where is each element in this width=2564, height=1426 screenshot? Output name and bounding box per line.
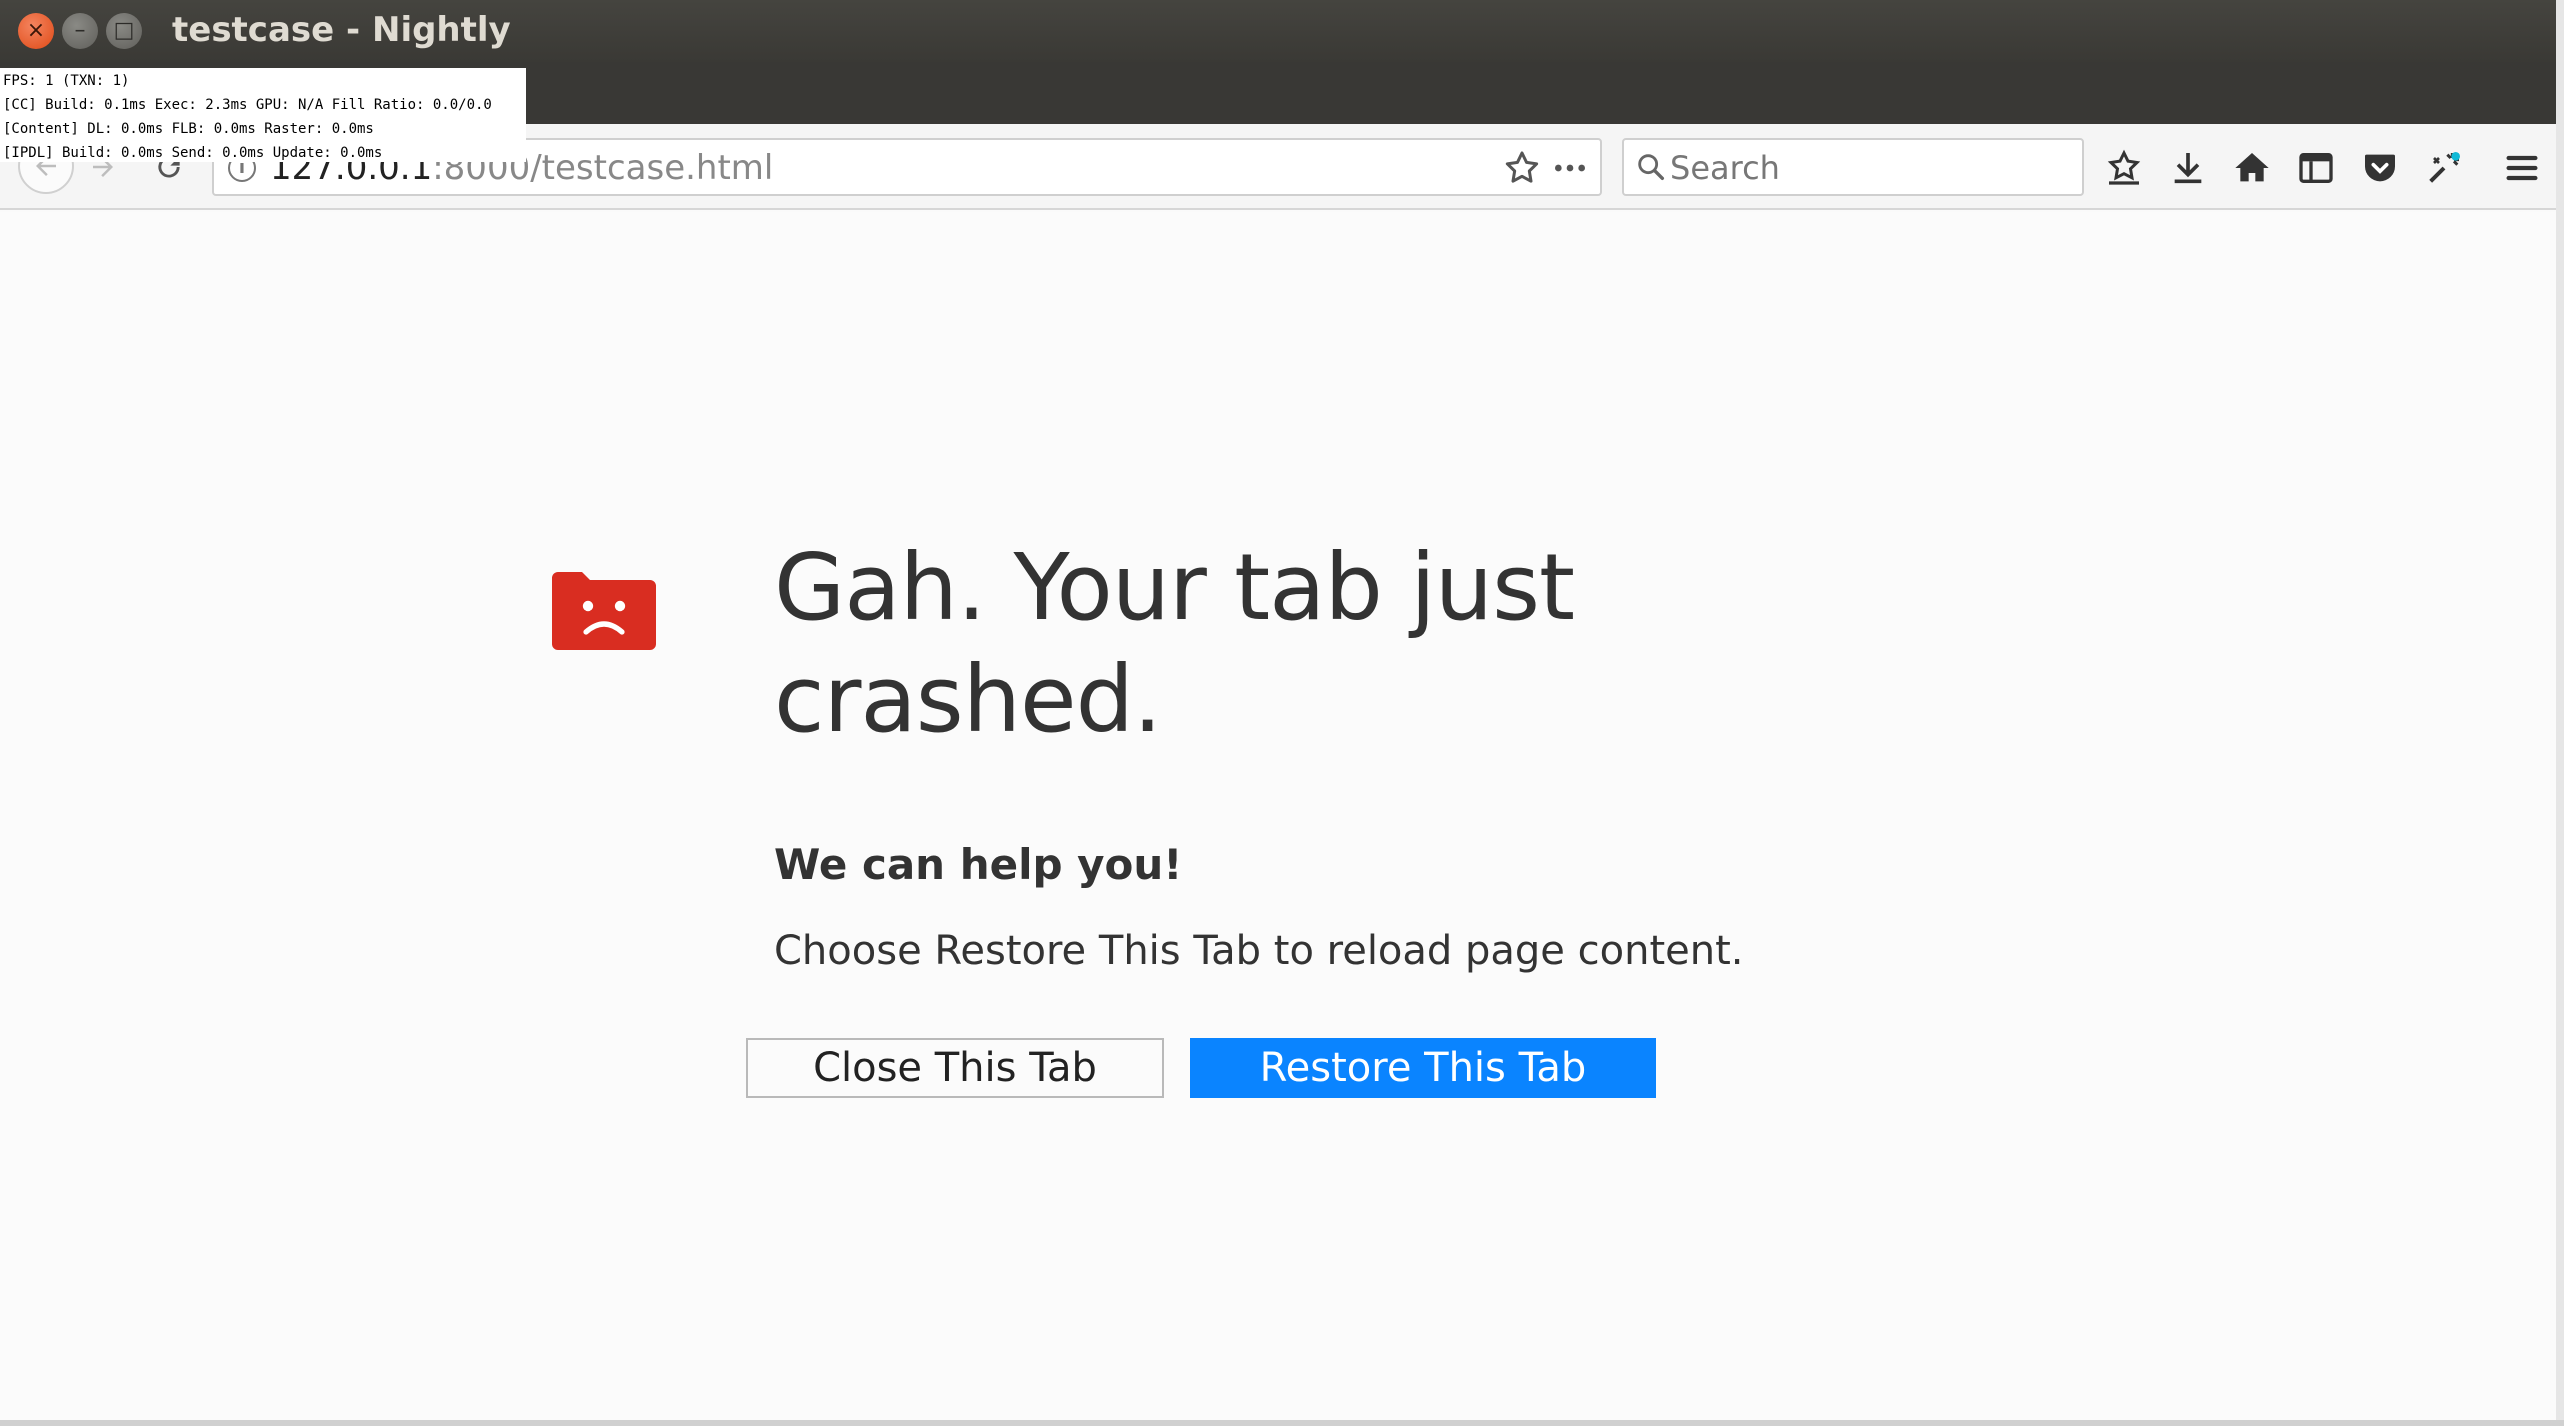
star-icon[interactable] [1502, 148, 1542, 188]
window-titlebar: × – □ testcase - Nightly [0, 0, 2564, 62]
window-minimize-button[interactable]: – [62, 13, 98, 49]
minimize-icon: – [74, 18, 86, 43]
debug-overlay: FPS: 1 (TXN: 1) [CC] Build: 0.1ms Exec: … [0, 68, 526, 162]
customize-icon [2429, 152, 2460, 183]
window-close-button[interactable]: × [18, 13, 54, 49]
home-icon [2235, 153, 2269, 182]
sidebar-button[interactable] [2292, 144, 2340, 192]
pocket-button[interactable] [2356, 144, 2404, 192]
maximize-icon: □ [113, 18, 135, 43]
search-input[interactable] [1670, 146, 2070, 190]
more-icon[interactable] [1550, 148, 1590, 188]
page-content: Gah. Your tab just crashed. We can help … [0, 212, 2556, 1426]
home-button[interactable] [2228, 144, 2276, 192]
close-icon: × [26, 18, 46, 43]
debug-line: [Content] DL: 0.0ms FLB: 0.0ms Raster: 0… [3, 121, 374, 137]
window-bottom-edge [0, 1420, 2564, 1426]
downloads-button[interactable] [2164, 144, 2212, 192]
library-button[interactable] [2100, 144, 2148, 192]
pocket-icon [2365, 154, 2395, 182]
sidebar-icon [2299, 153, 2333, 183]
window-title: testcase - Nightly [172, 10, 511, 50]
help-heading: We can help you! [774, 840, 1183, 889]
search-icon [1638, 154, 1665, 181]
restore-tab-button[interactable]: Restore This Tab [1190, 1038, 1656, 1098]
customize-button[interactable] [2420, 144, 2468, 192]
window-maximize-button[interactable]: □ [106, 13, 142, 49]
menu-icon [2506, 155, 2538, 181]
page-title: Gah. Your tab just crashed. [774, 534, 1575, 753]
debug-line: FPS: 1 (TXN: 1) [3, 73, 130, 89]
debug-line: [IPDL] Build: 0.0ms Send: 0.0ms Update: … [3, 145, 383, 161]
menu-button[interactable] [2498, 144, 2546, 192]
debug-line: [CC] Build: 0.1ms Exec: 2.3ms GPU: N/A F… [3, 97, 492, 113]
library-icon [2107, 149, 2141, 185]
download-icon [2174, 153, 2202, 184]
sad-tab-icon [552, 572, 656, 650]
window-right-edge [2556, 0, 2564, 1426]
help-text: Choose Restore This Tab to reload page c… [774, 928, 1744, 974]
search-bar[interactable] [1622, 138, 2084, 196]
close-tab-button[interactable]: Close This Tab [746, 1038, 1164, 1098]
